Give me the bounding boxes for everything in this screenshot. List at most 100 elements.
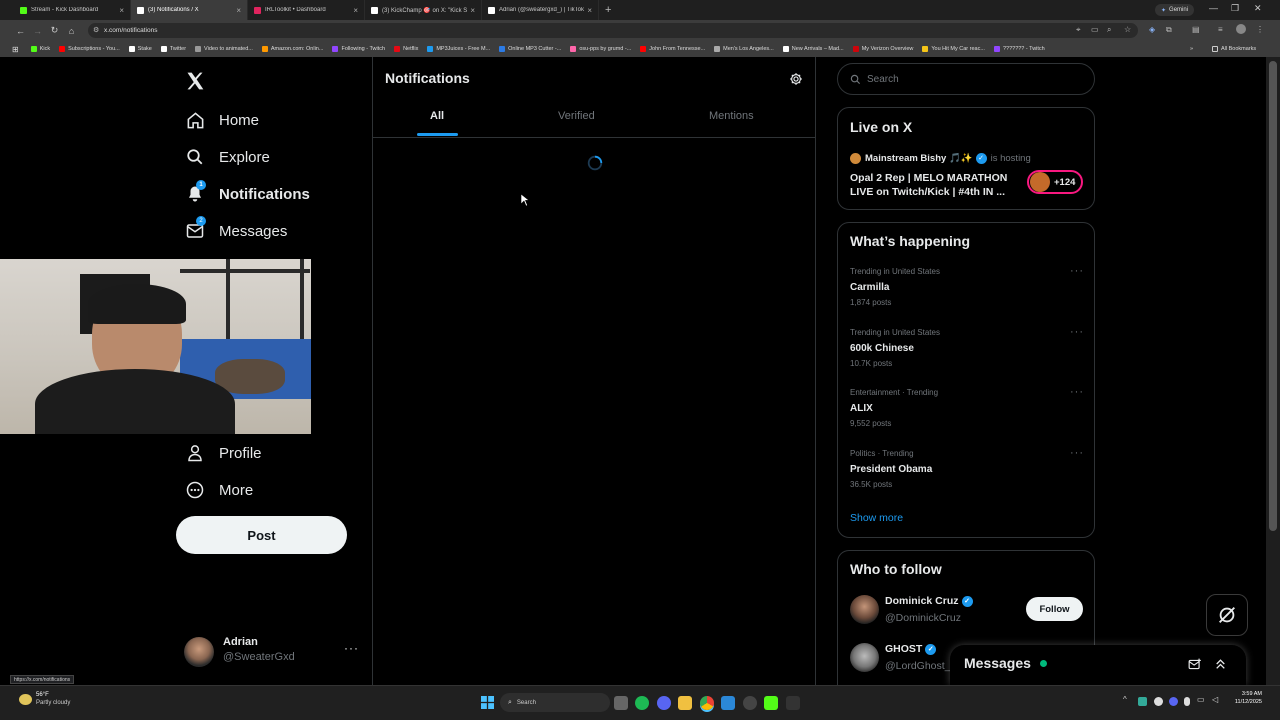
reload-icon[interactable]: ↻ [46,25,63,36]
trend-item[interactable]: Trending in United States Carmilla 1,874… [838,263,1094,323]
bookmark-item[interactable]: Netflix [394,46,418,52]
sidepanel-icon[interactable]: ▤ [1192,25,1200,34]
page-scrollbar[interactable] [1266,57,1280,685]
bookmark-item[interactable]: Twitter [160,46,186,52]
site-info-icon[interactable]: ⚙ [93,26,99,34]
nav-more[interactable]: More [185,480,253,500]
bookmark-item[interactable]: New Arrivals – Mad... [782,46,844,52]
gemini-button[interactable]: ✦ Gemini [1155,4,1195,16]
bookmark-item[interactable]: Subscriptions - You... [59,46,120,52]
discord-icon[interactable] [657,696,671,710]
home-browser-icon[interactable]: ⌂ [63,26,80,36]
nav-notifications[interactable]: 1 Notifications [185,180,310,204]
tab-verified[interactable]: Verified [558,110,595,122]
address-bar[interactable]: ⚙ x.com/notifications ⌖ ▭ ⌕ ☆ [88,23,1138,38]
bookmark-item[interactable]: Video to animated... [195,46,253,52]
nav-profile[interactable]: Profile [185,443,262,463]
messages-drawer[interactable]: Messages [950,645,1246,685]
browser-tab[interactable]: Adrian (@sweatergxd_) | TikTok × [482,0,599,20]
tray-discord-icon[interactable] [1169,697,1178,706]
grok-button[interactable] [1206,594,1248,636]
obs-icon[interactable] [743,696,757,710]
browser-tab[interactable]: Stream - Kick Dashboard × [14,0,131,20]
tab-close-icon[interactable]: × [587,6,592,15]
spotify-icon[interactable] [635,696,649,710]
restore-button[interactable]: ❐ [1231,3,1239,14]
show-more-link[interactable]: Show more [850,512,903,524]
bookmark-item[interactable]: Amazon.com: Onlin... [261,46,323,52]
trend-item[interactable]: Entertainment · Trending ALIX 9,552 post… [838,384,1094,444]
profile-avatar-icon[interactable] [1236,24,1246,34]
tab-all[interactable]: All [430,110,444,122]
extension-icon[interactable]: ◈ [1149,25,1155,34]
tab-close-icon[interactable]: × [470,6,475,15]
x-logo-icon[interactable] [185,71,205,91]
bookmark-star-icon[interactable]: ☆ [1124,25,1131,34]
chrome-icon[interactable] [700,696,714,710]
minimize-button[interactable]: — [1209,3,1218,13]
forward-icon[interactable]: → [29,26,46,36]
trend-more-icon[interactable]: ··· [1070,265,1084,277]
new-message-icon[interactable] [1188,658,1202,671]
photos-icon[interactable] [721,696,735,710]
browser-tab[interactable]: (3) KickChamp 🎯 on X: "Kick St × [365,0,482,20]
network-icon[interactable]: ▭ [1197,695,1205,704]
bookmark-item[interactable]: My Verizon Overview [852,46,913,52]
taskbar-clock[interactable]: 3:59 AM 11/12/2025 [1230,691,1262,705]
bookmark-item[interactable]: Following - Twitch [332,46,385,52]
tab-close-icon[interactable]: × [236,6,241,15]
weather-widget[interactable]: 56°F Partly cloudy [19,691,89,715]
install-icon[interactable]: ▭ [1091,25,1099,34]
follow-button[interactable]: Follow [1026,597,1083,621]
tab-close-icon[interactable]: × [353,6,358,15]
file-explorer-icon[interactable] [678,696,692,710]
microphone-icon[interactable] [1184,697,1190,706]
tab-mentions[interactable]: Mentions [709,110,754,122]
bookmark-item[interactable]: osu-pps by grumd -... [570,46,631,52]
close-window-button[interactable]: ✕ [1254,3,1262,14]
cast-icon[interactable]: ≡ [1218,25,1223,34]
nav-messages[interactable]: 2 Messages [185,216,287,241]
follow-suggestion[interactable]: Dominick Cruz ✓ @DominickCruz Follow [838,591,1094,637]
live-listeners-pill[interactable]: +124 [1027,170,1083,194]
bookmarks-overflow-icon[interactable]: » [1190,46,1193,52]
menu-dots-icon[interactable]: ⋮ [1256,25,1264,34]
all-bookmarks[interactable]: All Bookmarks [1212,46,1256,52]
task-view-icon[interactable] [614,696,628,710]
back-icon[interactable]: ← [12,26,29,36]
live-stream-title[interactable]: Opal 2 Rep | MELO MARATHON LIVE on Twitc… [850,171,1020,199]
bookmark-item[interactable]: MP3Juices - Free M... [427,46,490,52]
trend-more-icon[interactable]: ··· [1070,326,1084,338]
trend-item[interactable]: Trending in United States 600k Chinese 1… [838,323,1094,383]
puzzle-icon[interactable]: ⧉ [1166,25,1172,35]
settings-gear-icon[interactable] [789,72,803,86]
bookmark-item[interactable]: ??????? - Twitch [993,46,1045,52]
live-host-row[interactable]: Mainstream Bishy 🎵✨ ✓ is hosting [850,153,1031,164]
apps-grid-icon[interactable]: ⊞ [12,45,19,54]
trend-item[interactable]: Politics · Trending President Obama 36.5… [838,444,1094,504]
taskbar-search[interactable]: ⌕ Search [500,693,610,712]
new-tab-button[interactable]: + [605,4,611,16]
bookmark-item[interactable]: Men's Los Angeles... [714,46,774,52]
account-more-icon[interactable]: ··· [344,641,359,655]
trend-more-icon[interactable]: ··· [1070,386,1084,398]
post-button[interactable]: Post [176,516,347,554]
tab-close-icon[interactable]: × [119,6,124,15]
location-icon[interactable]: ⌖ [1076,25,1081,35]
browser-tab[interactable]: (3) Notifications / X × [131,0,248,20]
tray-app-icon[interactable] [1154,697,1163,706]
trend-more-icon[interactable]: ··· [1070,447,1084,459]
nav-explore[interactable]: Explore [185,147,270,167]
bookmark-item[interactable]: Stake [128,46,152,52]
volume-icon[interactable]: ◁ [1212,695,1218,704]
tray-app-icon[interactable] [1138,697,1147,706]
windows-start-icon[interactable] [481,696,494,709]
kick-app-icon[interactable] [764,696,778,710]
zoom-icon[interactable]: ⌕ [1107,25,1111,35]
bookmark-item[interactable]: Online MP3 Cutter -... [499,46,561,52]
tray-overflow-icon[interactable]: ^ [1123,695,1127,704]
bookmark-item[interactable]: You Hit My Car reac... [922,46,985,52]
search-input[interactable]: Search [837,63,1095,95]
terminal-icon[interactable] [786,696,800,710]
scroll-thumb[interactable] [1269,61,1277,531]
